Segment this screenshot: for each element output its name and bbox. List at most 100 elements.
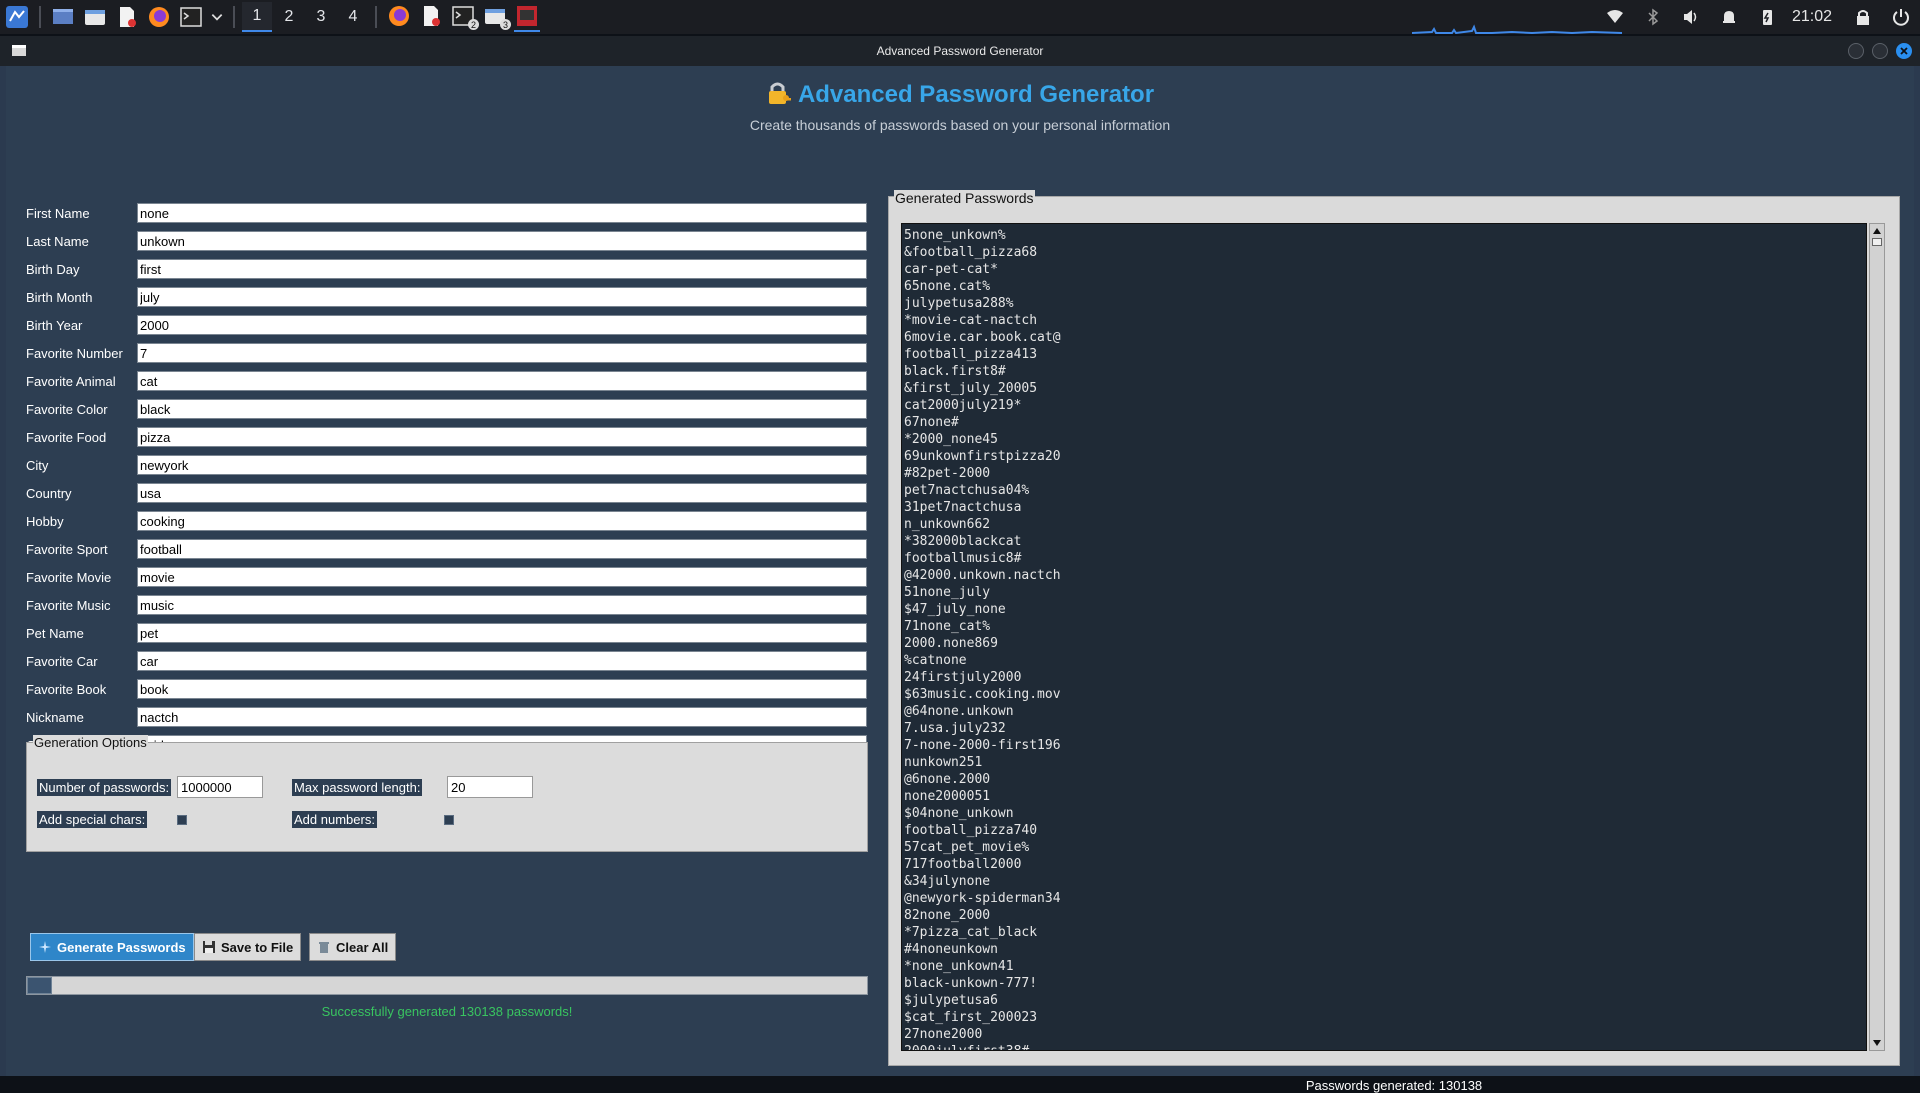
- field-input[interactable]: [137, 707, 867, 727]
- password-item: football_pizza413: [904, 347, 1038, 362]
- add-special-chars-label: Add special chars:: [37, 811, 148, 828]
- field-input[interactable]: [137, 427, 867, 447]
- terminal-task-icon[interactable]: 2: [450, 2, 479, 32]
- workspace-2[interactable]: 2: [274, 2, 304, 32]
- field-input[interactable]: [137, 231, 867, 251]
- field-input[interactable]: [137, 203, 867, 223]
- notification-bell-icon[interactable]: [1718, 6, 1740, 28]
- firefox-icon[interactable]: [146, 4, 172, 30]
- field-input[interactable]: [137, 567, 867, 587]
- clock[interactable]: 21:02: [1792, 8, 1832, 26]
- field-input[interactable]: [137, 539, 867, 559]
- status-message: Successfully generated 130138 passwords!: [321, 1004, 573, 1019]
- battery-icon[interactable]: [1756, 6, 1778, 28]
- scroll-up-icon[interactable]: [1873, 228, 1881, 234]
- generation-options-legend: Generation Options: [33, 735, 148, 750]
- text-editor-icon[interactable]: [114, 4, 140, 30]
- field-input[interactable]: [137, 343, 867, 363]
- add-numbers-checkbox[interactable]: [444, 815, 454, 825]
- form-row: Country: [26, 482, 867, 504]
- max-length-label: Max password length:: [292, 779, 423, 796]
- app-window: Advanced Password Generator Advanced Pas…: [0, 36, 1920, 1093]
- chevron-down-icon[interactable]: [210, 4, 224, 30]
- field-input[interactable]: [137, 399, 867, 419]
- passwords-textarea[interactable]: 5none_unkown% &football_pizza68 car-pet-ca…: [901, 223, 1867, 1051]
- field-label: Country: [26, 485, 72, 501]
- field-input[interactable]: [137, 371, 867, 391]
- lock-screen-icon[interactable]: [1852, 6, 1874, 28]
- save-to-file-button[interactable]: Save to File: [194, 933, 302, 961]
- generated-passwords-legend: Generated Passwords: [894, 190, 1035, 206]
- field-input[interactable]: [137, 483, 867, 503]
- workspace-1[interactable]: 1: [242, 2, 272, 32]
- password-item: 69unkownfirstpizza20: [904, 449, 1061, 464]
- password-item: 2000julyfirst38#: [904, 1043, 1866, 1050]
- app-title-text: Advanced Password Generator: [797, 81, 1155, 108]
- workspace-3[interactable]: 3: [306, 2, 336, 32]
- field-label: Last Name: [26, 233, 89, 249]
- floppy-disk-icon: [202, 940, 216, 954]
- password-item: 7.usa.july232: [904, 721, 1006, 736]
- scroll-thumb[interactable]: [1872, 238, 1882, 246]
- bluetooth-icon[interactable]: [1642, 6, 1664, 28]
- password-item: $47_july_none: [904, 602, 1006, 617]
- password-item: 24firstjuly2000: [904, 670, 1022, 685]
- field-input[interactable]: [137, 287, 867, 307]
- password-item: #82pet-2000: [904, 466, 991, 481]
- password-item: 71none_cat%: [904, 619, 991, 634]
- num-passwords-input[interactable]: [177, 776, 263, 798]
- minimize-button[interactable]: [1848, 43, 1864, 59]
- field-label: Hobby: [26, 513, 64, 529]
- window-bottom-edge: [0, 1076, 1920, 1080]
- window-titlebar[interactable]: Advanced Password Generator: [0, 36, 1920, 66]
- password-item: #4noneunkown: [904, 942, 998, 957]
- password-item: 27none2000: [904, 1027, 983, 1042]
- maximize-button[interactable]: [1872, 43, 1888, 59]
- field-label: Nickname: [26, 709, 84, 725]
- password-item: footballmusic8#: [904, 551, 1022, 566]
- field-label: Favorite Music: [26, 597, 111, 613]
- field-input[interactable]: [137, 511, 867, 531]
- field-input[interactable]: [137, 651, 867, 671]
- field-input[interactable]: [137, 595, 867, 615]
- volume-icon[interactable]: [1680, 6, 1702, 28]
- window-menu-icon[interactable]: [12, 45, 26, 56]
- scroll-down-icon[interactable]: [1873, 1040, 1881, 1046]
- app-heading: Advanced Password Generator: [6, 80, 1914, 109]
- generate-passwords-button[interactable]: Generate Passwords: [30, 933, 194, 961]
- app-launcher-icon[interactable]: [4, 4, 30, 30]
- form-row: Favorite Music: [26, 594, 867, 616]
- terminal-icon[interactable]: [178, 4, 204, 30]
- field-input[interactable]: [137, 315, 867, 335]
- password-item: 51none_july: [904, 585, 991, 600]
- taskbar-separator: [233, 6, 235, 28]
- field-input[interactable]: [137, 623, 867, 643]
- text-editor-task-icon[interactable]: [418, 2, 444, 32]
- form-row: First Name: [26, 202, 867, 224]
- password-item: *none_unkown41: [904, 959, 1014, 974]
- file-manager-icon[interactable]: [82, 4, 108, 30]
- clear-all-button[interactable]: Clear All: [309, 933, 397, 961]
- field-input[interactable]: [137, 455, 867, 475]
- password-generator-task-icon[interactable]: [514, 2, 540, 32]
- max-length-input[interactable]: [447, 776, 533, 798]
- field-label: Favorite Movie: [26, 569, 112, 585]
- generated-passwords-group: Generated Passwords 5none_unkown% &footba…: [888, 190, 1900, 1066]
- field-input[interactable]: [137, 679, 867, 699]
- passwords-scrollbar[interactable]: [1869, 223, 1885, 1051]
- firefox-task-icon[interactable]: [386, 2, 412, 32]
- wifi-icon[interactable]: [1604, 6, 1626, 28]
- close-button[interactable]: [1896, 43, 1912, 59]
- form-row: Favorite Number: [26, 342, 867, 364]
- file-manager-task-icon[interactable]: 3: [482, 2, 511, 32]
- password-item: 67none#: [904, 415, 959, 430]
- save-to-file-label: Save to File: [221, 939, 294, 955]
- show-desktop-icon[interactable]: [50, 4, 76, 30]
- add-special-chars-checkbox[interactable]: [177, 815, 187, 825]
- workspace-4[interactable]: 4: [338, 2, 368, 32]
- field-input[interactable]: [137, 259, 867, 279]
- password-item: &34julynone: [904, 874, 991, 889]
- password-item: @newyork-spiderman34: [904, 891, 1061, 906]
- power-icon[interactable]: [1890, 6, 1912, 28]
- password-item: $cat_first_200023: [904, 1010, 1038, 1025]
